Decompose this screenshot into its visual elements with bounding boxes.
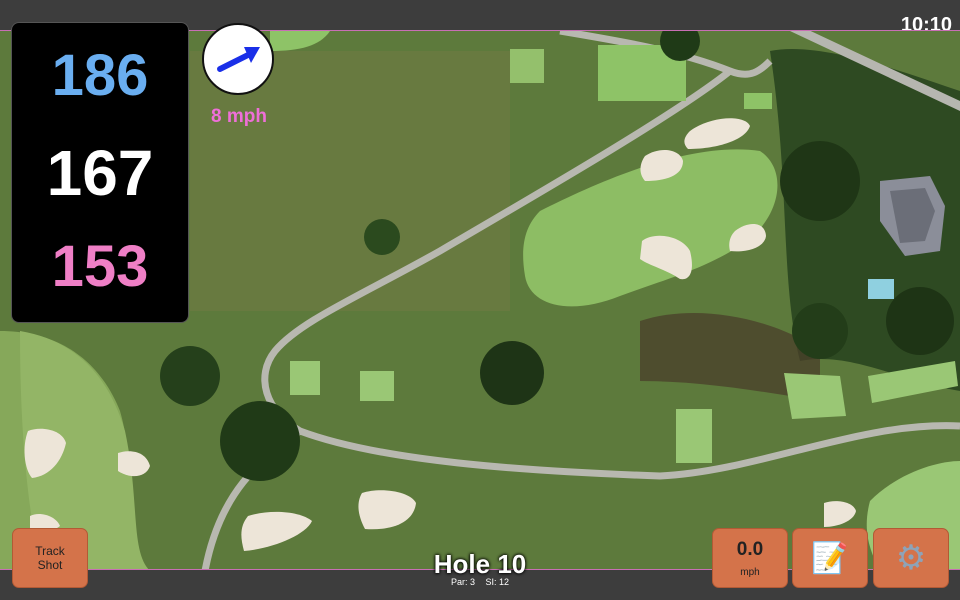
notes-button[interactable]: 📝 [792,528,868,588]
wind-direction-dial [202,23,274,95]
track-shot-button[interactable]: Track Shot [12,528,88,588]
speed-unit: mph [740,566,760,578]
wind-speed-label: 8 mph [211,106,267,127]
stroke-index-label: SI: 12 [485,577,510,587]
settings-button[interactable]: ⚙ [873,528,949,588]
distance-panel: 186 167 153 [11,22,189,323]
track-shot-label-line1: Track [35,544,65,558]
speed-button[interactable]: 0.0 mph [712,528,788,588]
notepad-icon: 📝 [811,541,849,575]
wind-arrow-icon [217,47,260,72]
hole-title: Hole 10 [433,549,527,579]
hole-info: Par: 3 SI: 12 [380,577,580,587]
back-distance: 186 [51,43,149,108]
front-distance: 153 [51,234,149,299]
gear-icon: ⚙ [895,539,927,577]
middle-distance: 167 [46,137,154,209]
speed-value: 0.0 [736,538,764,560]
par-label: Par: 3 [450,577,475,587]
track-shot-label-line2: Shot [37,558,63,572]
